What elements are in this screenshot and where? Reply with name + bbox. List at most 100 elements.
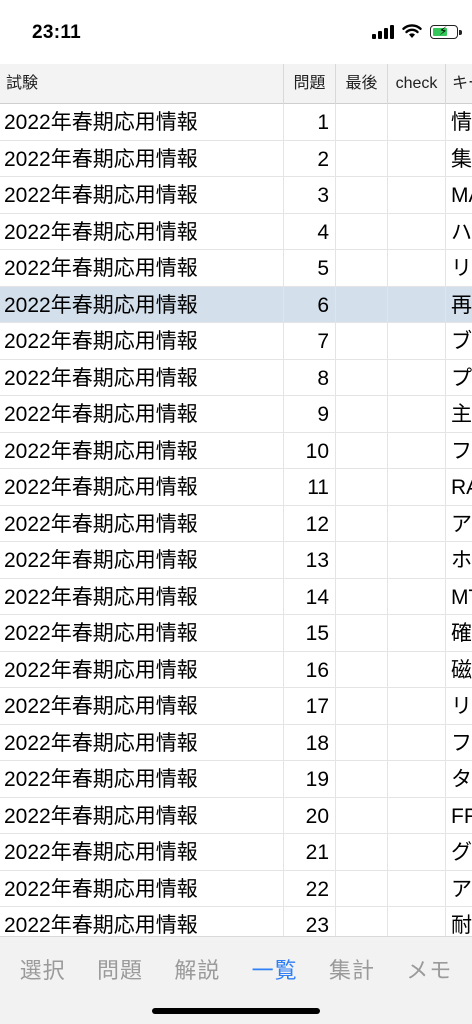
check-cell	[388, 651, 446, 688]
table-row[interactable]: 2022年春期応用情報11 RA	[0, 469, 472, 506]
table-row[interactable]: 2022年春期応用情報 23 耐	[0, 907, 472, 936]
check-cell	[388, 797, 446, 834]
check-cell	[388, 432, 446, 469]
check-cell	[388, 870, 446, 907]
check-cell	[388, 323, 446, 359]
exam-cell: 2022年春期応用情報	[0, 177, 284, 213]
tab-4[interactable]: 一覧	[252, 953, 298, 985]
table-row[interactable]: 2022年春期応用情報14 MT	[0, 578, 472, 615]
question-number-cell: 14	[284, 578, 336, 615]
tab-bar: 選択 問題 解説 一覧 集計 メモ	[0, 936, 472, 1000]
table-row[interactable]: 2022年春期応用情報 4 ハ	[0, 213, 472, 250]
tab-3[interactable]: 解説	[174, 953, 220, 985]
tab-2[interactable]: 問題	[97, 953, 143, 985]
table-row[interactable]: 2022年春期応用情報 20 FF	[0, 797, 472, 834]
table-row[interactable]: 2022年春期応用情報 2 集	[0, 140, 472, 177]
table-row[interactable]: 2022年春期応用情報 18 フ	[0, 724, 472, 761]
last-cell	[336, 651, 388, 688]
battery-charging-icon: ⚡	[430, 24, 462, 39]
check-cell	[388, 359, 446, 396]
question-number-cell: 15	[284, 615, 336, 651]
last-cell	[336, 469, 388, 505]
check-cell	[388, 104, 446, 140]
check-cell	[388, 396, 446, 432]
exam-cell: 2022年春期応用情報	[0, 907, 284, 936]
header-last[interactable]: 最後	[336, 64, 388, 104]
question-number-cell: 13	[284, 542, 336, 578]
last-cell	[336, 724, 388, 761]
check-cell	[388, 724, 446, 761]
header-check[interactable]: check	[388, 64, 446, 104]
keyword-cell: 情	[451, 111, 472, 134]
question-number-cell: 6	[284, 286, 336, 323]
question-number-cell: 10	[284, 432, 336, 469]
check-cell	[388, 286, 446, 323]
table-row[interactable]: 2022年春期応用情報 5 リ	[0, 250, 472, 287]
question-number-cell: 3	[284, 177, 336, 213]
table-row[interactable]: 2022年春期応用情報 21 グ	[0, 834, 472, 871]
keyword-cell: 耐	[451, 914, 472, 936]
keyword-cell: FF	[451, 804, 472, 828]
tab-1[interactable]: 選択	[20, 953, 66, 985]
keyword-cell: 主	[451, 403, 472, 426]
last-cell	[336, 323, 388, 359]
last-cell	[336, 286, 388, 323]
last-cell	[336, 797, 388, 834]
last-cell	[336, 761, 388, 797]
table-row[interactable]: 2022年春期応用情報 17 リ	[0, 688, 472, 725]
keyword-cell: RA	[451, 476, 472, 499]
cellular-signal-icon	[372, 24, 394, 39]
keyword-cell: フ	[451, 731, 472, 755]
exam-cell: 2022年春期応用情報	[0, 797, 284, 834]
keyword-cell: MT	[451, 585, 472, 609]
table-row[interactable]: 2022年春期応用情報3 MA	[0, 177, 472, 214]
exam-cell: 2022年春期応用情報	[0, 432, 284, 469]
keyword-cell: ホ	[451, 549, 472, 572]
home-indicator[interactable]	[152, 1008, 320, 1014]
home-area	[0, 1000, 472, 1024]
keyword-cell: フ	[451, 439, 472, 463]
last-cell	[336, 396, 388, 432]
check-cell	[388, 578, 446, 615]
check-cell	[388, 469, 446, 505]
header-exam[interactable]: 試験	[0, 64, 284, 104]
table-row[interactable]: 2022年春期応用情報 7 ブ	[0, 323, 472, 360]
table-row[interactable]: 2022年春期応用情報 12 ア	[0, 505, 472, 542]
table-row[interactable]: 2022年春期応用情報 13 ホ	[0, 542, 472, 579]
tab-5[interactable]: 集計	[329, 953, 375, 985]
keyword-cell: 再	[451, 293, 472, 317]
last-cell	[336, 140, 388, 177]
check-cell	[388, 505, 446, 542]
table-row[interactable]: 2022年春期応用情報 1 情	[0, 104, 472, 141]
last-cell	[336, 177, 388, 213]
question-number-cell: 8	[284, 359, 336, 396]
keyword-cell: MA	[451, 184, 472, 207]
table-row[interactable]: 2022年春期応用情報 19 タ	[0, 761, 472, 798]
check-cell	[388, 250, 446, 286]
check-cell	[388, 213, 446, 250]
check-cell	[388, 834, 446, 870]
last-cell	[336, 359, 388, 396]
last-cell	[336, 870, 388, 907]
exam-cell: 2022年春期応用情報	[0, 469, 284, 505]
table-row[interactable]: 2022年春期応用情報 10 フ	[0, 432, 472, 469]
question-list[interactable]: 2022年春期応用情報1情2022年春期応用情報2集2022年春期応用情報3MA…	[0, 104, 472, 936]
keyword-cell: ア	[451, 877, 472, 901]
question-number-cell: 7	[284, 323, 336, 359]
last-cell	[336, 907, 388, 936]
question-number-cell: 18	[284, 724, 336, 761]
exam-cell: 2022年春期応用情報	[0, 578, 284, 615]
status-icons: ⚡	[372, 24, 462, 39]
table-row[interactable]: 2022年春期応用情報 9 主	[0, 396, 472, 433]
tab-6[interactable]: メモ	[406, 953, 452, 985]
header-question[interactable]: 問題	[284, 64, 336, 104]
header-keyword[interactable]: キー	[446, 64, 472, 104]
table-row[interactable]: 2022年春期応用情報 22 ア	[0, 870, 472, 907]
table-row[interactable]: 2022年春期応用情報 6 再	[0, 286, 472, 323]
table-row[interactable]: 2022年春期応用情報 15 確	[0, 615, 472, 652]
table-row[interactable]: 2022年春期応用情報 8 プ	[0, 359, 472, 396]
exam-cell: 2022年春期応用情報	[0, 323, 284, 359]
exam-cell: 2022年春期応用情報	[0, 615, 284, 651]
table-row[interactable]: 2022年春期応用情報 16 磁	[0, 651, 472, 688]
question-number-cell: 2	[284, 140, 336, 177]
